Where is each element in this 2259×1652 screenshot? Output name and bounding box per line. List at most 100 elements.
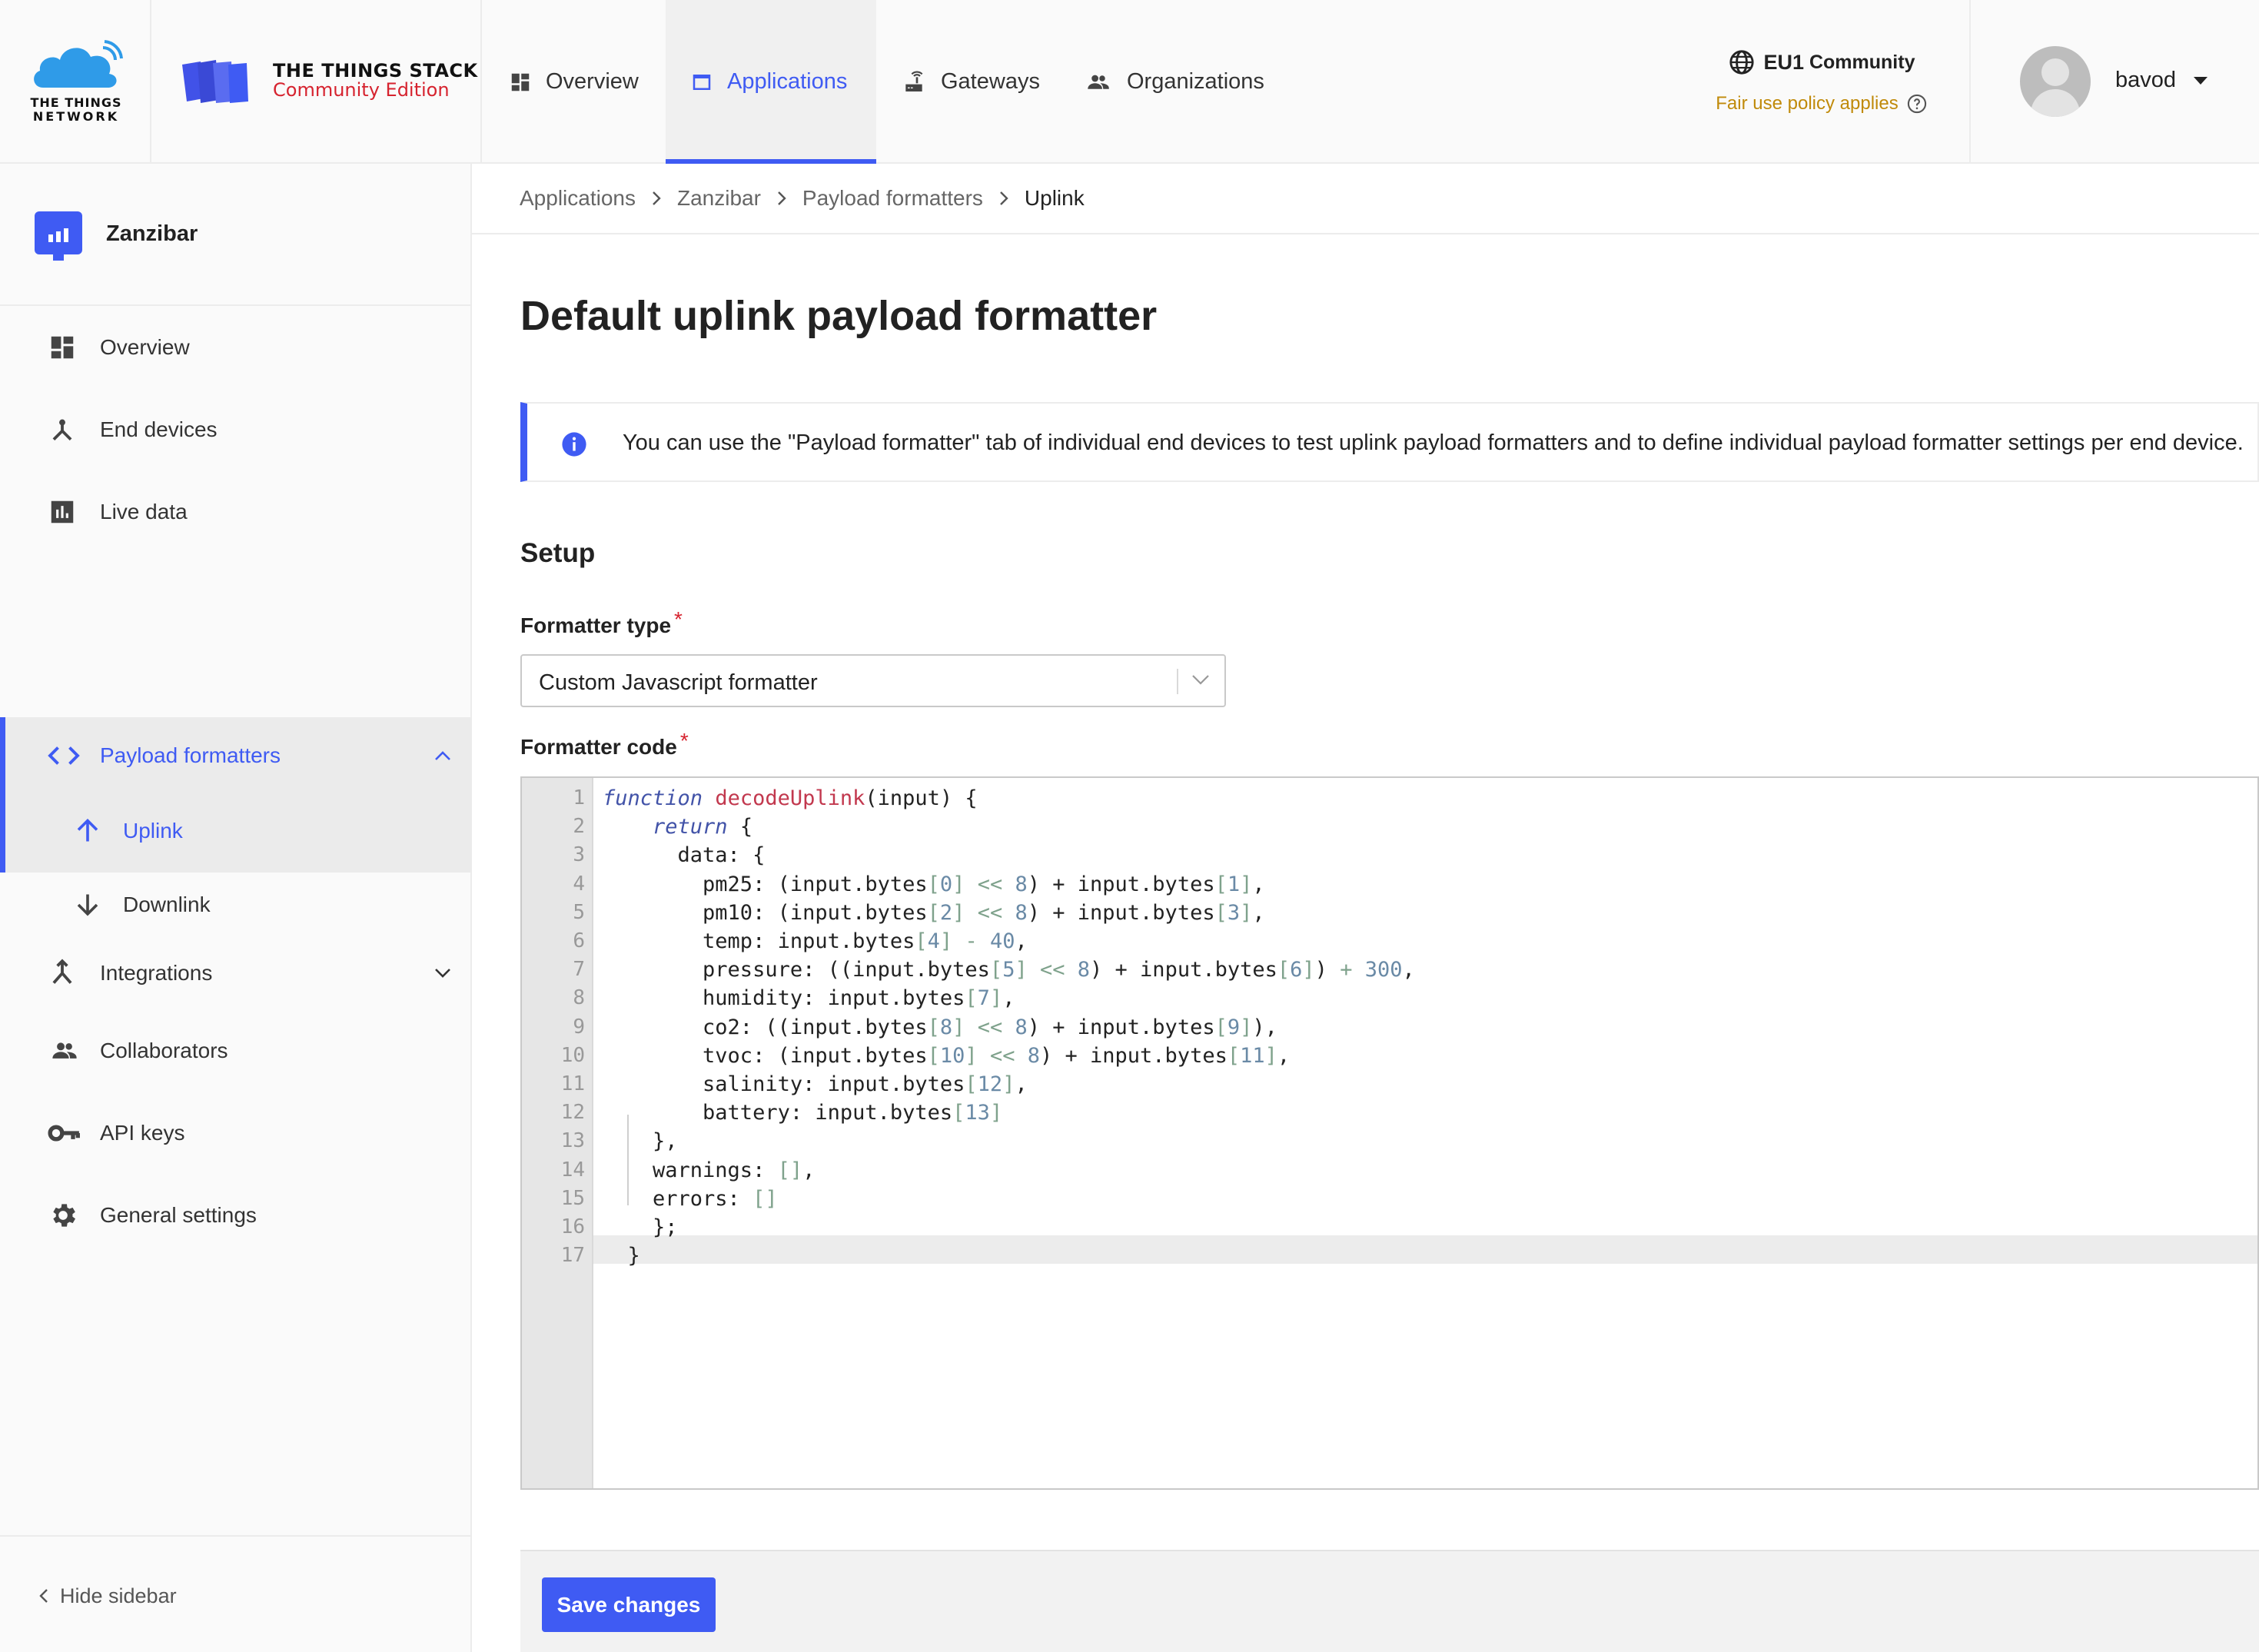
code-line[interactable]: pressure: ((input.bytes[5] << 8) + input… bbox=[603, 956, 1415, 984]
caret-down-icon bbox=[2194, 77, 2208, 85]
nav-applications[interactable]: Applications bbox=[666, 0, 876, 164]
stack-logo-edition: Community Edition bbox=[273, 79, 450, 101]
sidebar-item-integrations[interactable]: Integrations bbox=[0, 935, 470, 1012]
ttn-logo[interactable]: THE THINGS NETWORK bbox=[0, 0, 151, 164]
line-number: 2 bbox=[573, 815, 585, 839]
setup-heading: Setup bbox=[520, 538, 596, 568]
line-number: 11 bbox=[560, 1072, 585, 1095]
sidebar-item-label: Payload formatters bbox=[100, 743, 281, 767]
breadcrumb-uplink: Uplink bbox=[1024, 186, 1085, 210]
router-icon bbox=[901, 70, 927, 95]
sidebar-item-live-data[interactable]: Live data bbox=[0, 474, 470, 550]
gear-icon bbox=[48, 1200, 78, 1231]
sidebar: Zanzibar Overview End devices Live data … bbox=[0, 164, 472, 1652]
merge-icon bbox=[48, 959, 77, 988]
page-title: Default uplink payload formatter bbox=[520, 293, 1158, 339]
sidebar-item-label: General settings bbox=[100, 1203, 257, 1227]
chevron-left-icon bbox=[38, 1587, 49, 1604]
code-line[interactable]: }, bbox=[603, 1127, 678, 1155]
sidebar-item-overview[interactable]: Overview bbox=[0, 309, 470, 386]
sidebar-app-header[interactable]: Zanzibar bbox=[0, 164, 470, 306]
bar-chart-icon bbox=[48, 497, 77, 527]
nav-organizations[interactable]: Organizations bbox=[1082, 0, 1282, 164]
sidebar-subitem-downlink[interactable]: Downlink bbox=[0, 868, 470, 942]
breadcrumb-applications[interactable]: Applications bbox=[520, 186, 636, 211]
line-number: 9 bbox=[573, 1015, 585, 1039]
sidebar-subitem-uplink[interactable]: Uplink bbox=[0, 794, 470, 868]
help-icon bbox=[1907, 94, 1926, 114]
breadcrumb-zanzibar[interactable]: Zanzibar bbox=[677, 186, 761, 211]
arrow-up-icon bbox=[74, 816, 101, 846]
code-line[interactable]: pm25: (input.bytes[0] << 8) + input.byte… bbox=[603, 870, 1265, 899]
nav-gateways-label: Gateways bbox=[941, 69, 1040, 94]
formatter-type-select[interactable]: Custom Javascript formatter bbox=[520, 654, 1226, 707]
line-number: 13 bbox=[560, 1129, 585, 1153]
code-editor[interactable]: 1 2 3 4 5 6 7 8 9 10 11 12 13 14 15 16 17 function decod… bbox=[520, 776, 2259, 1490]
formatter-code-label-text: Formatter code bbox=[520, 735, 677, 759]
code-line[interactable]: function decodeUplink(input) { bbox=[603, 784, 978, 813]
sidebar-item-general-settings[interactable]: General settings bbox=[0, 1177, 470, 1254]
username: bavod bbox=[2115, 68, 2177, 92]
breadcrumb-payload-formatters[interactable]: Payload formatters bbox=[802, 186, 983, 211]
sidebar-item-label: End devices bbox=[100, 417, 218, 441]
required-mark: * bbox=[679, 729, 689, 753]
code-line[interactable]: tvoc: (input.bytes[10] << 8) + input.byt… bbox=[603, 1042, 1290, 1070]
stack-logo[interactable]: THE THINGS STACK Community Edition bbox=[151, 0, 482, 164]
top-header: THE THINGS NETWORK THE THINGS STACK Comm… bbox=[0, 0, 2259, 164]
chevron-right-icon bbox=[651, 190, 662, 207]
line-number: 15 bbox=[560, 1186, 585, 1210]
line-number: 6 bbox=[573, 929, 585, 952]
hide-sidebar-button[interactable]: Hide sidebar bbox=[0, 1535, 470, 1652]
code-line[interactable]: data: { bbox=[603, 841, 766, 869]
fair-use-link[interactable]: Fair use policy applies bbox=[1716, 93, 1927, 115]
chevron-right-icon bbox=[998, 190, 1009, 207]
chevron-right-icon bbox=[776, 190, 787, 207]
code-line[interactable]: temp: input.bytes[4] - 40, bbox=[603, 927, 1028, 956]
sidebar-item-label: Integrations bbox=[100, 961, 213, 985]
avatar bbox=[2020, 46, 2091, 117]
sidebar-item-label: Live data bbox=[100, 500, 188, 524]
people-icon bbox=[1084, 71, 1113, 94]
line-number: 4 bbox=[573, 872, 585, 896]
sidebar-item-collaborators[interactable]: Collaborators bbox=[0, 1012, 470, 1089]
cluster-label-row: EU1 Community bbox=[1729, 49, 1915, 75]
dashboard-icon bbox=[509, 71, 532, 94]
code-line[interactable]: }; bbox=[603, 1213, 678, 1241]
code-line[interactable]: return { bbox=[603, 813, 752, 841]
required-mark: * bbox=[674, 607, 683, 631]
line-number: 17 bbox=[560, 1244, 585, 1268]
form-footer: Save changes bbox=[520, 1550, 2259, 1652]
line-number: 7 bbox=[573, 958, 585, 982]
code-line[interactable]: salinity: input.bytes[12], bbox=[603, 1070, 1028, 1099]
line-number: 10 bbox=[560, 1043, 585, 1067]
sidebar-item-payload-formatters[interactable]: Payload formatters bbox=[0, 717, 470, 794]
key-icon bbox=[48, 1122, 81, 1145]
nav-organizations-label: Organizations bbox=[1127, 69, 1264, 94]
code-line[interactable]: pm10: (input.bytes[2] << 8) + input.byte… bbox=[603, 899, 1265, 927]
cluster-info[interactable]: EU1 Community Fair use policy applies bbox=[1668, 49, 1975, 115]
code-line[interactable]: battery: input.bytes[13] bbox=[603, 1099, 1002, 1127]
code-line[interactable]: humidity: input.bytes[7], bbox=[603, 984, 1015, 1012]
app-monitor-icon bbox=[35, 211, 82, 261]
code-line[interactable]: } bbox=[603, 1241, 640, 1270]
people-icon bbox=[48, 1038, 81, 1064]
code-line[interactable]: errors: [] bbox=[603, 1185, 778, 1213]
nav-overview[interactable]: Overview bbox=[483, 0, 666, 164]
info-notification: You can use the "Payload formatter" tab … bbox=[520, 402, 2259, 482]
user-menu[interactable]: bavod bbox=[1969, 0, 2259, 164]
sidebar-item-label: API keys bbox=[100, 1121, 185, 1145]
formatter-type-label-text: Formatter type bbox=[520, 613, 672, 637]
sidebar-item-api-keys[interactable]: API keys bbox=[0, 1095, 470, 1172]
sidebar-item-label: Collaborators bbox=[100, 1039, 228, 1062]
chevron-down-icon[interactable] bbox=[1191, 673, 1211, 686]
nav-gateways[interactable]: Gateways bbox=[898, 0, 1051, 164]
sidebar-item-end-devices[interactable]: End devices bbox=[0, 391, 470, 468]
line-number: 14 bbox=[560, 1158, 585, 1182]
globe-icon bbox=[1729, 50, 1754, 75]
code-line[interactable]: warnings: [], bbox=[603, 1156, 815, 1185]
sidebar-subitem-label: Uplink bbox=[123, 819, 183, 843]
fair-use-label: Fair use policy applies bbox=[1716, 93, 1899, 114]
select-divider bbox=[1177, 669, 1178, 694]
save-changes-button[interactable]: Save changes bbox=[542, 1577, 716, 1632]
code-line[interactable]: co2: ((input.bytes[8] << 8) + input.byte… bbox=[603, 1013, 1277, 1042]
